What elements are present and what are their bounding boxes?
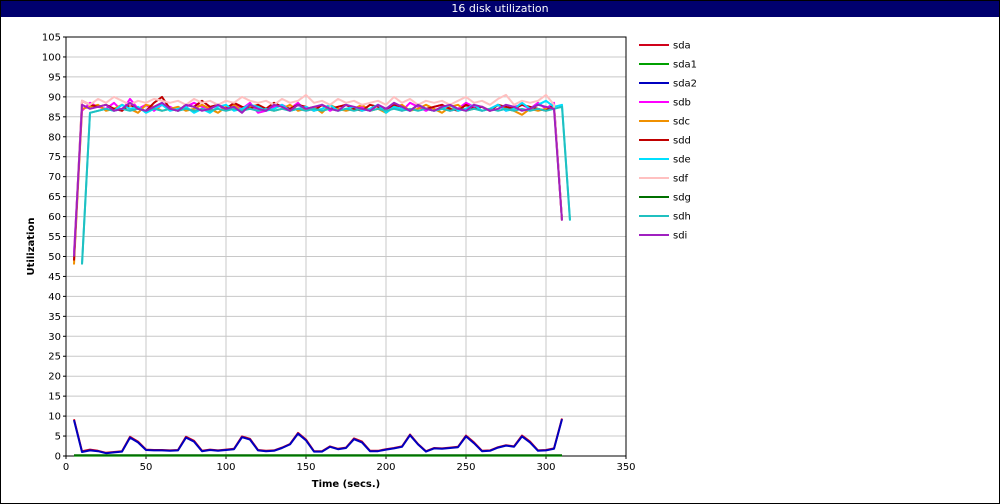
legend-label-sdi: sdi bbox=[673, 231, 687, 242]
y-tick-label: 0 bbox=[55, 452, 61, 463]
y-axis-label: Utilization bbox=[26, 218, 37, 276]
y-tick-label: 90 bbox=[48, 92, 61, 103]
y-tick-label: 35 bbox=[48, 312, 61, 323]
y-tick-label: 30 bbox=[48, 332, 61, 343]
y-tick-label: 55 bbox=[48, 232, 61, 243]
y-tick-label: 15 bbox=[48, 392, 61, 403]
y-tick-label: 95 bbox=[48, 72, 61, 83]
y-tick-label: 70 bbox=[48, 172, 61, 183]
y-tick-label: 5 bbox=[55, 432, 61, 443]
y-tick-label: 100 bbox=[42, 52, 61, 63]
legend-label-sdf: sdf bbox=[673, 174, 689, 185]
x-tick-label: 350 bbox=[616, 462, 635, 473]
x-tick-label: 0 bbox=[63, 462, 69, 473]
x-tick-label: 50 bbox=[140, 462, 153, 473]
x-tick-label: 100 bbox=[216, 462, 235, 473]
x-axis-label: Time (secs.) bbox=[312, 479, 381, 490]
y-tick-label: 40 bbox=[48, 292, 61, 303]
y-tick-label: 105 bbox=[42, 33, 61, 44]
legend-label-sda1: sda1 bbox=[673, 60, 697, 71]
legend-label-sdc: sdc bbox=[673, 117, 690, 128]
chart-window: 16 disk utilization 0 5 10 15 20 25 30 35 40 45 50… bbox=[0, 0, 1000, 504]
legend-label-sdh: sdh bbox=[673, 212, 691, 223]
x-tick-label: 250 bbox=[456, 462, 475, 473]
y-tick-label: 80 bbox=[48, 132, 61, 143]
legend-label-sdd: sdd bbox=[673, 136, 691, 147]
x-tick-label: 200 bbox=[376, 462, 395, 473]
legend-label-sdg: sdg bbox=[673, 193, 691, 204]
chart-canvas: 0 5 10 15 20 25 30 35 40 45 50 55 60 65 70 75 80 85 90 95 10… bbox=[26, 33, 697, 491]
x-tick-label: 150 bbox=[296, 462, 315, 473]
legend-label-sda: sda bbox=[673, 41, 691, 52]
y-tick-label: 10 bbox=[48, 412, 61, 423]
legend-label-sda2: sda2 bbox=[673, 79, 697, 90]
y-tick-label: 65 bbox=[48, 192, 61, 203]
y-tick-label: 75 bbox=[48, 152, 61, 163]
y-tick-label: 25 bbox=[48, 352, 61, 363]
y-tick-label: 85 bbox=[48, 112, 61, 123]
legend-label-sde: sde bbox=[673, 155, 691, 166]
y-tick-label: 50 bbox=[48, 252, 61, 263]
legend-label-sdb: sdb bbox=[673, 98, 691, 109]
y-tick-label: 45 bbox=[48, 272, 61, 283]
y-tick-label: 20 bbox=[48, 372, 61, 383]
y-tick-label: 60 bbox=[48, 212, 61, 223]
x-tick-label: 300 bbox=[536, 462, 555, 473]
